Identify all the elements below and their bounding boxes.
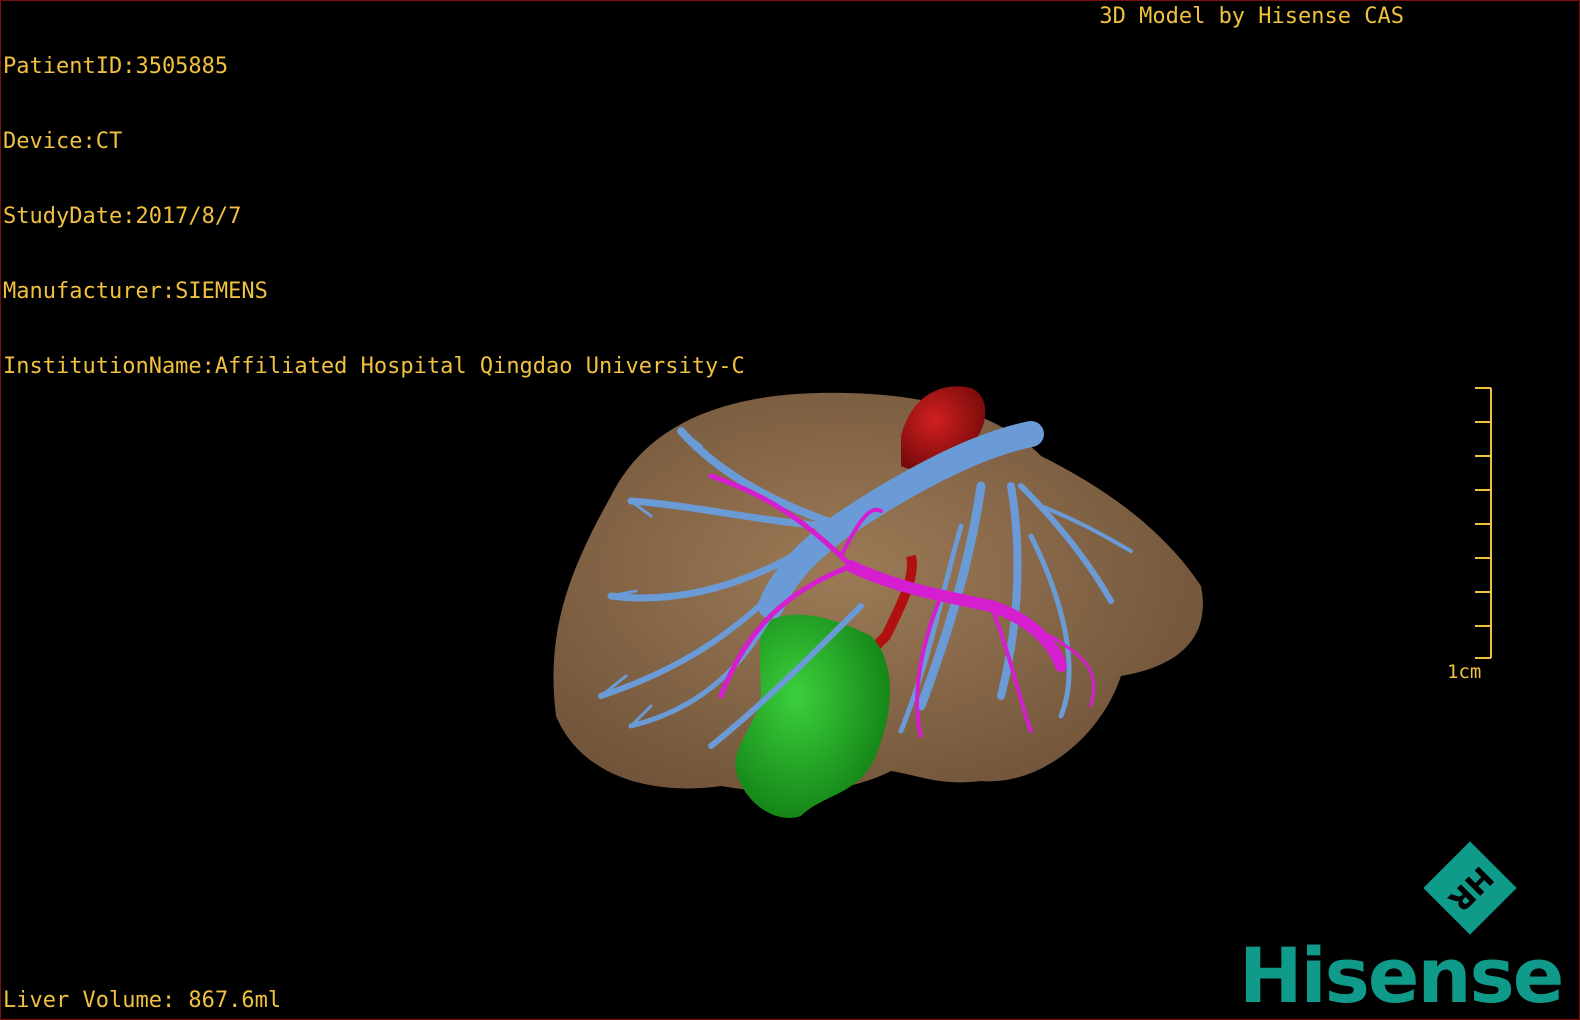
patient-id-text: PatientID:3505885 [3, 54, 229, 79]
device-text: Device:CT [3, 129, 123, 154]
liver-volume-text: Liver Volume: 867.6ml [3, 988, 282, 1013]
manufacturer-text: Manufacturer:SIEMENS [3, 279, 268, 304]
hisense-hr-logo-icon: HR [1423, 841, 1517, 935]
hisense-brand-text: Hisense [1239, 931, 1564, 1020]
dicom-info-panel: PatientID:3505885 Device:CT StudyDate:20… [3, 4, 745, 429]
study-date-text: StudyDate:2017/8/7 [3, 204, 242, 229]
3d-viewport[interactable]: PatientID:3505885 Device:CT StudyDate:20… [0, 0, 1580, 1020]
scale-bar-icon [1475, 387, 1492, 659]
model-credit-text: 3D Model by Hisense CAS [1099, 4, 1404, 29]
liver-3d-model[interactable] [541, 376, 1221, 836]
scale-label: 1cm [1447, 661, 1482, 683]
